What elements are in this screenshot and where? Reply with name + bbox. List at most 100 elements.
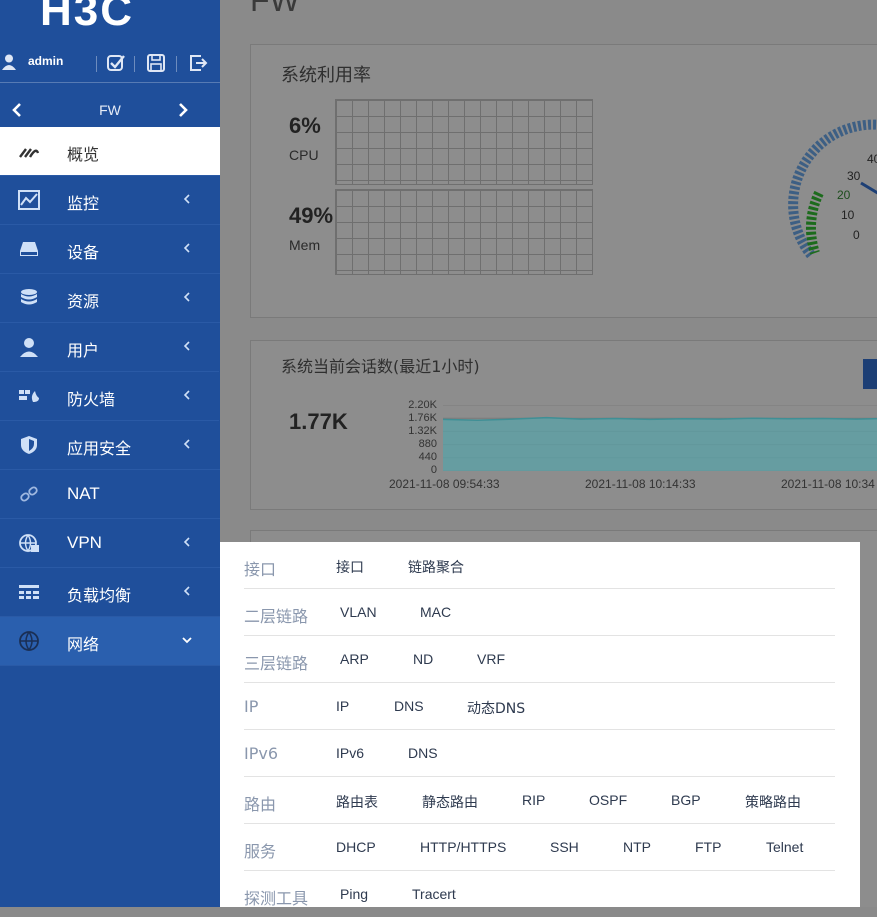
- user-avatar-icon: [2, 54, 16, 70]
- gauge-tick: 30: [847, 169, 861, 183]
- submenu-link[interactable]: ARP: [340, 651, 369, 667]
- category-label: 服务: [244, 842, 277, 861]
- submenu-link[interactable]: MAC: [420, 604, 451, 620]
- mem-metric: 49% Mem: [275, 189, 595, 275]
- mem-value: 49%: [289, 203, 334, 228]
- submenu-link[interactable]: DHCP: [336, 839, 376, 855]
- sessions-area-chart: [443, 405, 877, 471]
- submenu-link[interactable]: 路由表: [336, 792, 378, 812]
- submenu-link[interactable]: 动态DNS: [467, 698, 525, 718]
- user-name: admin: [28, 54, 64, 68]
- menu-item-resource[interactable]: 资源: [0, 274, 220, 323]
- menu-item-device[interactable]: 设备: [0, 225, 220, 274]
- cpu-grid: [335, 99, 593, 185]
- sessions-value: 1.77K: [289, 409, 348, 434]
- y-tick: 1.76K: [408, 412, 437, 424]
- submenu-link[interactable]: Ping: [340, 886, 368, 902]
- submenu-link[interactable]: ND: [413, 651, 433, 667]
- submenu-link[interactable]: 策略路由: [745, 792, 801, 812]
- divider: [176, 56, 177, 72]
- chevron-right-icon[interactable]: [176, 103, 190, 117]
- menu-item-monitor[interactable]: 监控: [0, 176, 220, 225]
- submenu-row-ipv6: IPv6 IPv6 DNS: [244, 730, 835, 777]
- submenu-link[interactable]: VRF: [477, 651, 505, 667]
- submenu-link[interactable]: DNS: [408, 745, 438, 761]
- category-label: 路由: [244, 795, 277, 814]
- chevron-left-icon: [183, 243, 190, 253]
- submenu-link[interactable]: HTTP/HTTPS: [420, 839, 506, 855]
- vpn-globe-icon: [19, 534, 39, 553]
- chevron-left-icon: [183, 537, 190, 547]
- divider: [134, 56, 135, 72]
- menu-label: 网络: [67, 635, 100, 654]
- menu-item-vpn[interactable]: VPN: [0, 519, 220, 568]
- sessions-series-area: [443, 417, 877, 471]
- category-label: 三层链路: [244, 654, 309, 673]
- gauge-dial: 40 30 20 10 0 F: [788, 119, 877, 259]
- chevron-down-icon: [182, 637, 192, 644]
- submenu-link[interactable]: FTP: [695, 839, 721, 855]
- submenu-link[interactable]: VLAN: [340, 604, 377, 620]
- submenu-row-interface: 接口 接口 链路聚合: [244, 542, 835, 589]
- menu-item-nat[interactable]: NAT: [0, 470, 220, 519]
- submenu-link[interactable]: BGP: [671, 792, 701, 808]
- menu-item-network[interactable]: 网络: [0, 617, 220, 666]
- menu-item-app-security[interactable]: 应用安全: [0, 421, 220, 470]
- divider: [96, 56, 97, 72]
- submenu-link[interactable]: IPv6: [336, 745, 364, 761]
- sidebar: H3C admin FW 概览 监控 设备 资源 用户 防火墙 应用安全 NAT…: [0, 0, 220, 907]
- submenu-row-services: 服务 DHCP HTTP/HTTPS SSH NTP FTP Telnet: [244, 824, 835, 871]
- submenu-link[interactable]: SSH: [550, 839, 579, 855]
- chevron-left-icon: [183, 292, 190, 302]
- gauge-needle: [860, 181, 877, 195]
- logout-icon[interactable]: [188, 53, 208, 73]
- gauge-tick: 20: [837, 188, 851, 202]
- card-action-button[interactable]: [863, 359, 877, 389]
- menu-item-firewall[interactable]: 防火墙: [0, 372, 220, 421]
- chevron-left-icon: [183, 390, 190, 400]
- gauge-tick: 40: [867, 152, 877, 166]
- menu-item-user[interactable]: 用户: [0, 323, 220, 372]
- mem-label: Mem: [289, 237, 321, 253]
- submenu-link[interactable]: 接口: [336, 557, 364, 577]
- y-tick: 440: [418, 451, 437, 463]
- nat-link-icon: [20, 486, 38, 502]
- category-label: 二层链路: [244, 607, 309, 626]
- submenu-link[interactable]: DNS: [394, 698, 424, 714]
- submenu-link[interactable]: Telnet: [766, 839, 803, 855]
- user-toolbar: admin: [0, 44, 220, 83]
- gauge-tick: 0: [853, 228, 860, 242]
- submenu-row-layer3: 三层链路 ARP ND VRF: [244, 636, 835, 683]
- x-tick: 2021-11-08 10:14:33: [585, 477, 696, 491]
- submenu-link[interactable]: Tracert: [412, 886, 456, 902]
- menu-item-load-balance[interactable]: 负载均衡: [0, 568, 220, 617]
- network-submenu-panel: 接口 接口 链路聚合 二层链路 VLAN MAC 三层链路 ARP ND VRF…: [220, 542, 860, 908]
- sessions-card: 系统当前会话数(最近1小时) 1.77K 2.20K 1.76K 1.32K 8…: [250, 340, 877, 510]
- save-icon[interactable]: [146, 53, 166, 73]
- confirm-check-icon[interactable]: [106, 53, 126, 73]
- submenu-link[interactable]: OSPF: [589, 792, 627, 808]
- menu-label: 概览: [67, 145, 100, 164]
- y-tick: 880: [418, 438, 437, 450]
- mem-grid: [335, 189, 593, 275]
- menu-label: 防火墙: [67, 390, 116, 409]
- submenu-link[interactable]: NTP: [623, 839, 651, 855]
- y-tick: 0: [430, 464, 437, 476]
- category-label: IP: [244, 697, 259, 716]
- submenu-link[interactable]: 静态路由: [422, 792, 478, 812]
- submenu-link[interactable]: RIP: [522, 792, 545, 808]
- device-switcher: FW: [0, 84, 220, 126]
- x-tick: 2021-11-08 09:54:33: [389, 477, 500, 491]
- submenu-link[interactable]: IP: [336, 698, 349, 714]
- chevron-left-icon: [183, 586, 190, 596]
- h3c-logo: H3C: [40, 0, 135, 35]
- menu-item-overview[interactable]: 概览: [0, 127, 220, 176]
- category-label: 接口: [244, 560, 277, 579]
- category-label: IPv6: [244, 744, 279, 763]
- network-globe-icon: [19, 631, 39, 651]
- database-icon: [21, 289, 37, 305]
- firewall-icon: [19, 390, 39, 402]
- submenu-link[interactable]: 链路聚合: [408, 557, 464, 577]
- user-icon: [20, 338, 38, 357]
- menu-label: 设备: [67, 243, 100, 262]
